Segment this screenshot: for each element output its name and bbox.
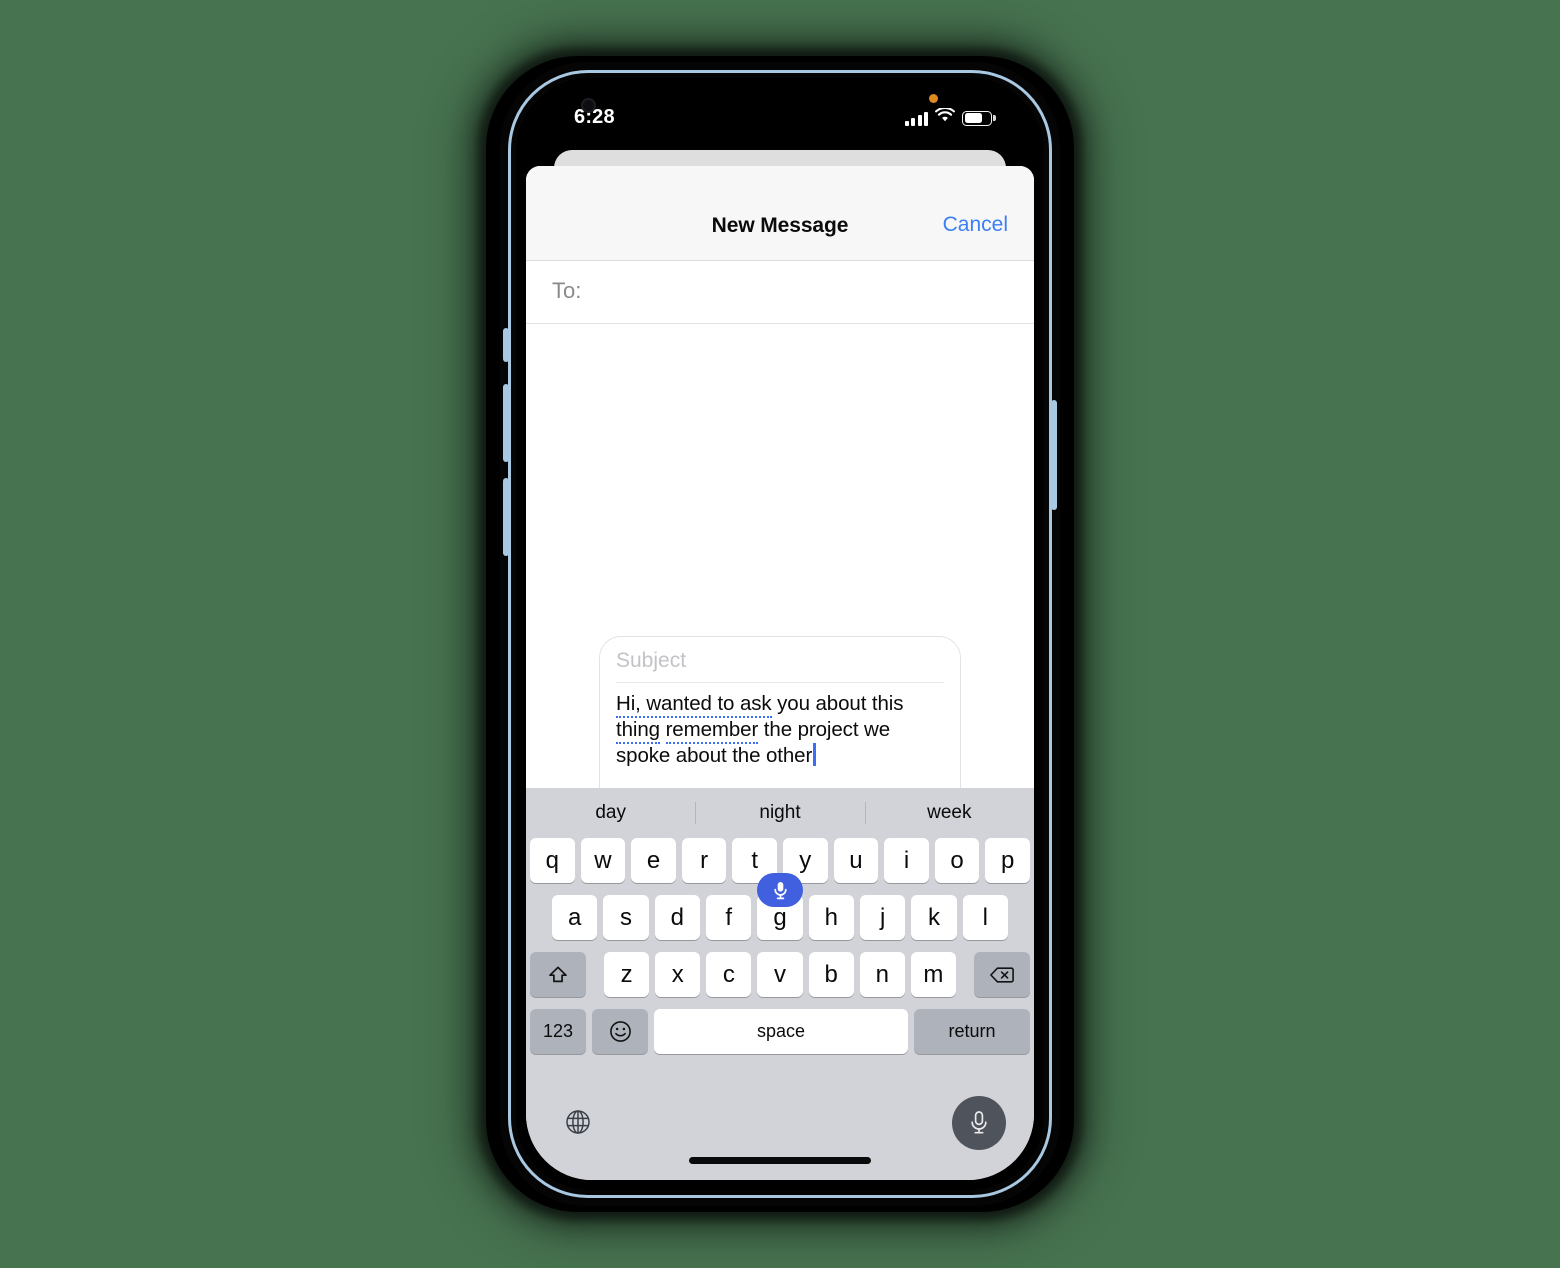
key-s[interactable]: s bbox=[603, 895, 649, 940]
key-n[interactable]: n bbox=[859, 952, 905, 997]
globe-language-key[interactable] bbox=[558, 1102, 598, 1142]
key-u[interactable]: u bbox=[833, 838, 879, 883]
key-k[interactable]: k bbox=[911, 895, 957, 940]
key-x[interactable]: x bbox=[655, 952, 701, 997]
volume-up-button[interactable] bbox=[503, 384, 509, 462]
silent-switch-button[interactable] bbox=[503, 328, 509, 362]
wifi-icon bbox=[935, 106, 955, 128]
key-e[interactable]: e bbox=[631, 838, 676, 883]
numeric-key[interactable]: 123 bbox=[530, 1009, 586, 1054]
to-input[interactable] bbox=[598, 261, 1034, 323]
home-indicator[interactable] bbox=[689, 1157, 871, 1164]
key-v[interactable]: v bbox=[757, 952, 803, 997]
globe-language-icon bbox=[566, 1110, 590, 1134]
microphone-in-use-dot-icon bbox=[929, 94, 938, 103]
shift-up-arrow-icon bbox=[549, 966, 567, 982]
delete-key[interactable] bbox=[973, 952, 1030, 997]
key-b[interactable]: b bbox=[808, 952, 854, 997]
subject-divider bbox=[616, 682, 944, 683]
emoji-key[interactable] bbox=[592, 1009, 648, 1054]
phone-screen: 6:28 New Message Cancel To: Subject Hi, … bbox=[526, 88, 1034, 1180]
keyboard-dictation-button[interactable] bbox=[952, 1096, 1006, 1150]
key-w[interactable]: w bbox=[580, 838, 626, 883]
new-message-sheet: New Message Cancel To: Subject Hi, wante… bbox=[526, 166, 1034, 1180]
backspace-delete-icon bbox=[990, 966, 1014, 983]
microphone-icon bbox=[773, 881, 787, 899]
cancel-button[interactable]: Cancel bbox=[943, 213, 1008, 237]
key-i[interactable]: i bbox=[884, 838, 929, 883]
key-r[interactable]: r bbox=[681, 838, 727, 883]
key-h[interactable]: h bbox=[808, 895, 854, 940]
message-plain-gap bbox=[660, 718, 666, 741]
predictive-text-bar: day night week bbox=[526, 788, 1034, 838]
suggestion-1[interactable]: day bbox=[526, 802, 695, 824]
front-camera-icon bbox=[581, 98, 596, 113]
key-f[interactable]: f bbox=[706, 895, 752, 940]
on-screen-keyboard: day night week q w e r t y u i o p a s d… bbox=[526, 788, 1034, 1180]
key-a[interactable]: a bbox=[552, 895, 598, 940]
dictated-phrase-2a: thing bbox=[616, 718, 660, 744]
key-o[interactable]: o bbox=[934, 838, 980, 883]
keyboard-bottom-bar bbox=[526, 1092, 1034, 1180]
key-q[interactable]: q bbox=[530, 838, 575, 883]
suggestion-2[interactable]: night bbox=[695, 802, 864, 824]
keyboard-row-4: 123 space return bbox=[526, 1009, 1034, 1054]
recipient-row[interactable]: To: bbox=[526, 261, 1034, 324]
message-plain-1: you about this bbox=[771, 692, 904, 715]
signal-bars-icon bbox=[904, 111, 928, 126]
emoji-smiley-icon bbox=[609, 1021, 631, 1042]
dictation-pill-button[interactable] bbox=[757, 873, 803, 907]
text-caret bbox=[813, 743, 816, 766]
volume-down-button[interactable] bbox=[503, 478, 509, 556]
key-m[interactable]: m bbox=[910, 952, 956, 997]
key-j[interactable]: j bbox=[859, 895, 906, 940]
display-notch bbox=[677, 88, 883, 122]
message-input[interactable]: Hi, wanted to ask you about this thing r… bbox=[616, 691, 944, 769]
key-c[interactable]: c bbox=[706, 952, 752, 997]
return-key[interactable]: return bbox=[914, 1009, 1030, 1054]
shift-key[interactable] bbox=[530, 952, 586, 997]
battery-icon bbox=[962, 110, 992, 126]
dictated-phrase-1: Hi, wanted to ask bbox=[616, 692, 772, 718]
navigation-bar: New Message Cancel bbox=[526, 166, 1034, 261]
subject-input[interactable]: Subject bbox=[616, 647, 944, 682]
key-z[interactable]: z bbox=[604, 952, 650, 997]
to-label: To: bbox=[552, 278, 582, 303]
suggestion-3[interactable]: week bbox=[865, 802, 1034, 824]
key-l[interactable]: l bbox=[962, 895, 1008, 940]
microphone-icon bbox=[971, 1111, 987, 1134]
keyboard-row-3: z x c v b n m bbox=[526, 952, 1034, 997]
status-bar-indicators bbox=[904, 106, 992, 128]
dictated-phrase-2b: remember bbox=[665, 718, 758, 744]
power-side-button[interactable] bbox=[1051, 400, 1057, 510]
key-p[interactable]: p bbox=[985, 838, 1030, 883]
key-d[interactable]: d bbox=[654, 895, 700, 940]
space-key[interactable]: space bbox=[654, 1009, 908, 1054]
